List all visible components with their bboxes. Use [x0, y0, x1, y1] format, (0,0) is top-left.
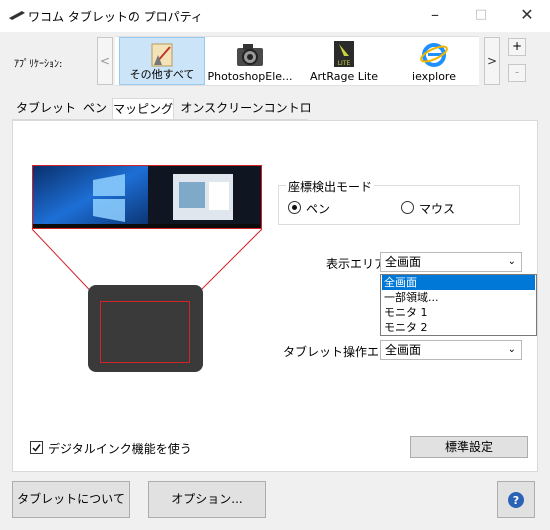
internet-explorer-icon: [420, 43, 448, 67]
help-icon: ?: [508, 492, 524, 508]
mode-mouse-label: マウス: [419, 202, 456, 216]
app-item-artrage-lite[interactable]: LITE ArtRage Lite: [301, 37, 387, 85]
digital-ink-label: デジタルインク機能を使う: [48, 442, 192, 456]
mode-pen-radio[interactable]: [288, 201, 301, 214]
svg-text:LITE: LITE: [338, 60, 351, 67]
tab-bar: タブレット ペン マッピング オンスクリーンコントロール: [12, 98, 538, 135]
minimize-button[interactable]: –: [412, 0, 458, 30]
app-item-photoshop-elements[interactable]: PhotoshopEle...: [207, 37, 293, 85]
wacom-app-icon: [9, 11, 25, 20]
display-area-select[interactable]: 全画面 ⌄: [380, 252, 522, 272]
title-bar: ワコム タブレットの プロパティ – □ ✕: [0, 0, 550, 32]
maximize-button[interactable]: □: [458, 0, 504, 30]
close-button[interactable]: ✕: [504, 0, 550, 30]
screen-area-preview[interactable]: [32, 165, 262, 229]
app-item-label: iexplore: [412, 70, 456, 83]
app-item-label: その他すべて: [129, 68, 195, 81]
apps-prev-button[interactable]: <: [97, 37, 113, 85]
tab-tablet[interactable]: タブレット: [16, 98, 76, 120]
chevron-down-icon: ⌄: [507, 256, 516, 267]
tablet-preview[interactable]: [88, 285, 203, 372]
all-apps-icon: [151, 43, 173, 67]
display-area-value: 全画面: [385, 255, 422, 269]
checkmark-icon: [32, 444, 41, 452]
display-area-option[interactable]: モニタ 2: [382, 320, 535, 335]
display-area-dropdown: 全画面 一部領域... モニタ 1 モニタ 2: [380, 274, 537, 336]
display-area-option[interactable]: 一部領域...: [382, 290, 535, 305]
app-item-label: ArtRage Lite: [309, 70, 378, 83]
photoshop-elements-icon: [237, 44, 263, 66]
display-area-option[interactable]: モニタ 1: [382, 305, 535, 320]
mode-mouse-radio[interactable]: [401, 201, 414, 214]
tab-onscreen-controls[interactable]: オンスクリーンコントロール: [178, 98, 314, 135]
app-item-all[interactable]: その他すべて: [119, 37, 205, 85]
help-button[interactable]: ?: [497, 481, 535, 518]
tablet-area-value: 全画面: [385, 343, 422, 357]
app-item-label: PhotoshopEle...: [207, 70, 293, 83]
tab-mapping[interactable]: マッピング: [112, 98, 174, 120]
mode-pen-label: ペン: [306, 202, 331, 216]
desktop-preview-image: [33, 166, 261, 228]
add-app-button[interactable]: +: [508, 38, 526, 56]
svg-text:?: ?: [513, 494, 519, 507]
display-area-option[interactable]: 全画面: [382, 275, 535, 290]
defaults-button[interactable]: 標準設定: [410, 436, 528, 458]
artrage-lite-icon: LITE: [334, 41, 354, 67]
about-tablet-button[interactable]: タブレットについて: [12, 481, 130, 518]
window-title: ワコム タブレットの プロパティ: [28, 10, 203, 24]
options-button[interactable]: オプション...: [148, 481, 266, 518]
tab-pen[interactable]: ペン: [80, 98, 110, 120]
tablet-active-area: [100, 301, 190, 363]
apps-next-button[interactable]: >: [484, 37, 500, 85]
mode-group-title: 座標検出モード: [286, 178, 375, 195]
applications-label: ｱﾌﾟﾘｹｰｼｮﾝ:: [14, 59, 63, 70]
app-item-iexplore[interactable]: iexplore: [391, 37, 477, 85]
application-list: その他すべて PhotoshopEle... LITE ArtRage Lite…: [115, 36, 479, 86]
remove-app-button[interactable]: -: [508, 64, 526, 82]
digital-ink-checkbox[interactable]: [30, 441, 43, 454]
chevron-down-icon: ⌄: [507, 344, 516, 355]
tablet-area-select[interactable]: 全画面 ⌄: [380, 340, 522, 360]
